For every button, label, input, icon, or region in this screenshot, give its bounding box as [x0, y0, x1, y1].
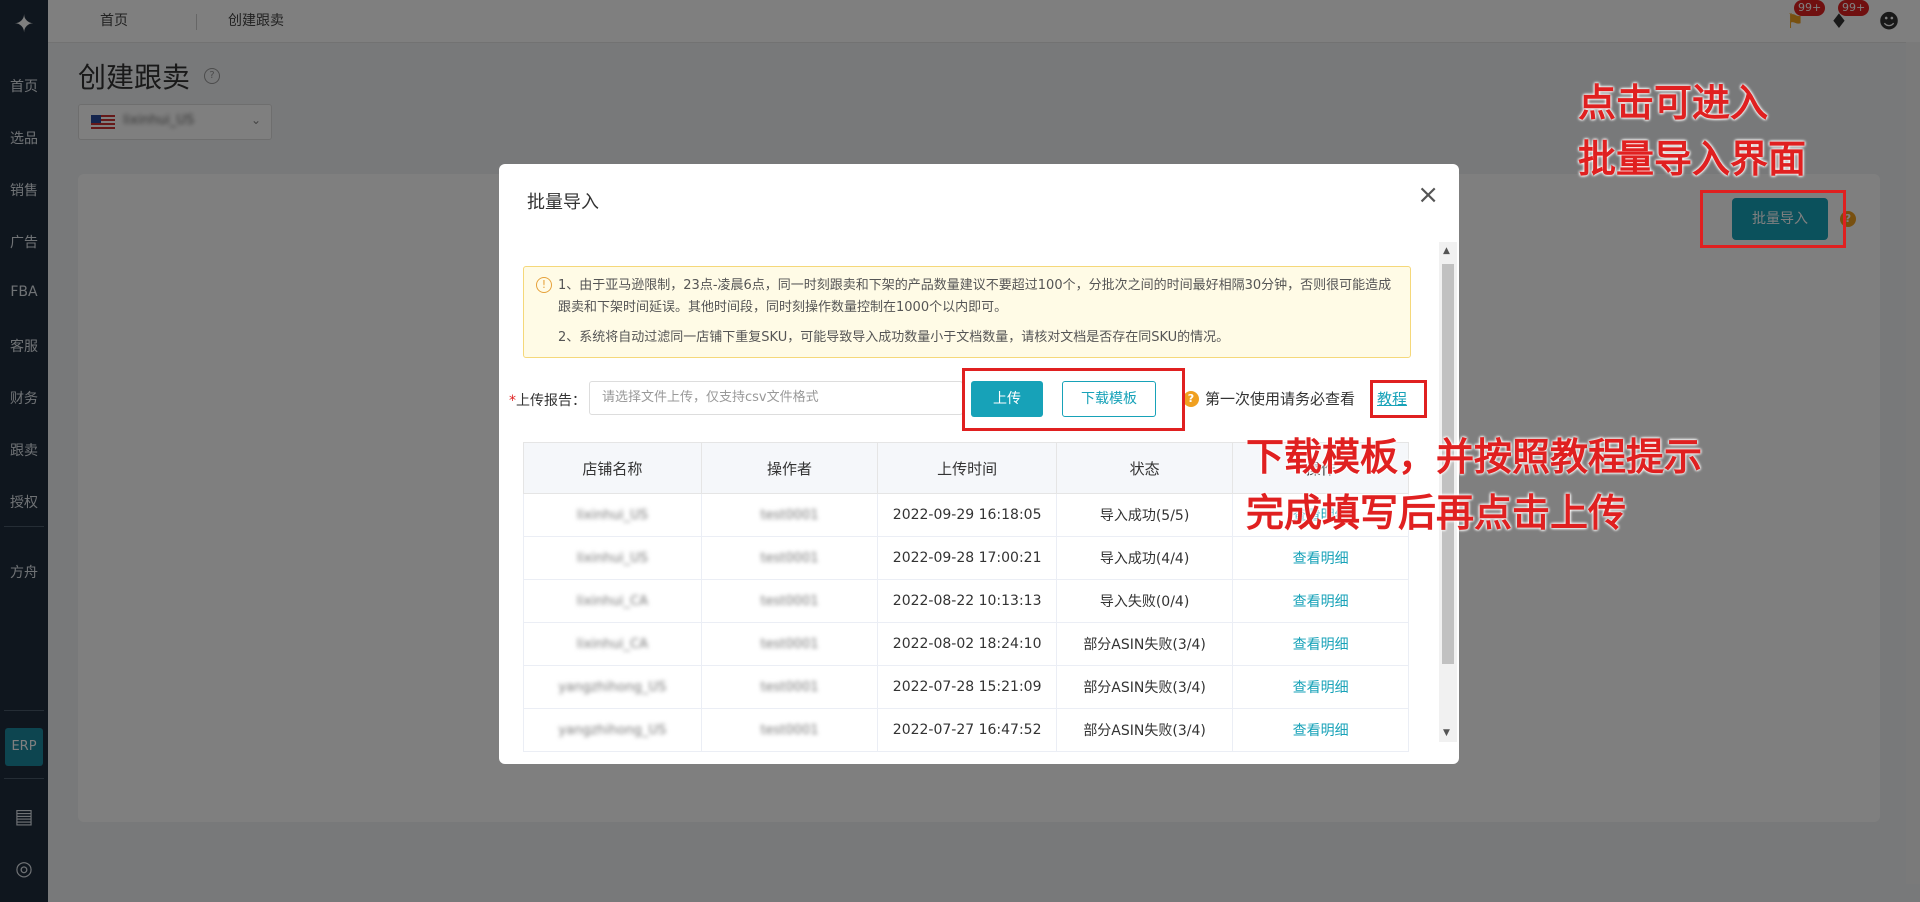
hint-text: 第一次使用请务必查看	[1205, 390, 1356, 408]
table-row: lixinhui_CA test0001 2022-08-02 18:24:10…	[523, 622, 1409, 666]
col-operator: 操作者	[700, 442, 879, 494]
cell-store: yangzhihong_US	[523, 665, 702, 709]
view-detail-link[interactable]: 查看明细	[1232, 579, 1409, 623]
cell-time: 2022-08-22 10:13:13	[877, 579, 1057, 623]
cell-status: 部分ASIN失败(3/4)	[1055, 708, 1234, 752]
cell-operator: test0001	[700, 536, 879, 580]
cell-time: 2022-09-29 16:18:05	[877, 493, 1057, 537]
cell-status: 导入成功(5/5)	[1055, 493, 1234, 537]
cell-store: lixinhui_US	[523, 493, 702, 537]
view-detail-link[interactable]: 查看明细	[1232, 708, 1409, 752]
cell-time: 2022-07-28 15:21:09	[877, 665, 1057, 709]
cell-time: 2022-07-27 16:47:52	[877, 708, 1057, 752]
cell-status: 部分ASIN失败(3/4)	[1055, 665, 1234, 709]
view-detail-link[interactable]: 查看明细	[1232, 622, 1409, 666]
view-detail-link[interactable]: 查看明细	[1232, 665, 1409, 709]
table-row: yangzhihong_US test0001 2022-07-27 16:47…	[523, 708, 1409, 752]
cell-status: 导入失败(0/4)	[1055, 579, 1234, 623]
alert-line-2: 2、系统将自动过滤同一店铺下重复SKU，可能导致导入成功数量小于文档数量，请核对…	[558, 330, 1230, 345]
annotation-text: 完成填写后再点击上传	[1246, 491, 1627, 535]
upload-label: *上传报告：	[509, 393, 586, 409]
upload-file-input[interactable]: 请选择文件上传，仅支持csv文件格式	[589, 381, 963, 415]
annotation-text: 批量导入界面	[1578, 137, 1807, 181]
col-status: 状态	[1055, 442, 1234, 494]
close-icon[interactable]: ×	[1417, 182, 1439, 208]
view-detail-link[interactable]: 查看明细	[1232, 536, 1409, 580]
cell-operator: test0001	[700, 579, 879, 623]
cell-time: 2022-09-28 17:00:21	[877, 536, 1057, 580]
scroll-up-icon[interactable]: ▲	[1443, 246, 1450, 256]
highlight-batch-import	[1700, 190, 1846, 248]
modal-title: 批量导入	[527, 192, 599, 213]
warning-icon: !	[536, 277, 552, 293]
highlight-upload-buttons	[962, 368, 1185, 431]
cell-time: 2022-08-02 18:24:10	[877, 622, 1057, 666]
hint-icon: ?	[1183, 391, 1199, 407]
cell-operator: test0001	[700, 493, 879, 537]
table-row: yangzhihong_US test0001 2022-07-28 15:21…	[523, 665, 1409, 709]
alert-line-1: 1、由于亚马逊限制，23点-凌晨6点，同一时刻跟卖和下架的产品数量建议不要超过1…	[558, 278, 1392, 315]
cell-operator: test0001	[700, 622, 879, 666]
table-row: lixinhui_US test0001 2022-09-28 17:00:21…	[523, 536, 1409, 580]
annotation-text: 点击可进入	[1578, 81, 1769, 125]
table-row: lixinhui_CA test0001 2022-08-22 10:13:13…	[523, 579, 1409, 623]
cell-store: lixinhui_US	[523, 536, 702, 580]
cell-status: 导入成功(4/4)	[1055, 536, 1234, 580]
col-upload-time: 上传时间	[877, 442, 1057, 494]
cell-store: yangzhihong_US	[523, 708, 702, 752]
col-store: 店铺名称	[523, 442, 702, 494]
highlight-tutorial-link	[1370, 380, 1427, 418]
cell-status: 部分ASIN失败(3/4)	[1055, 622, 1234, 666]
scroll-down-icon[interactable]: ▼	[1443, 728, 1450, 738]
notice-alert: ! 1、由于亚马逊限制，23点-凌晨6点，同一时刻跟卖和下架的产品数量建议不要超…	[523, 266, 1411, 358]
cell-store: lixinhui_CA	[523, 579, 702, 623]
cell-operator: test0001	[700, 665, 879, 709]
annotation-text: 下载模板，并按照教程提示	[1246, 435, 1703, 479]
cell-store: lixinhui_CA	[523, 622, 702, 666]
cell-operator: test0001	[700, 708, 879, 752]
